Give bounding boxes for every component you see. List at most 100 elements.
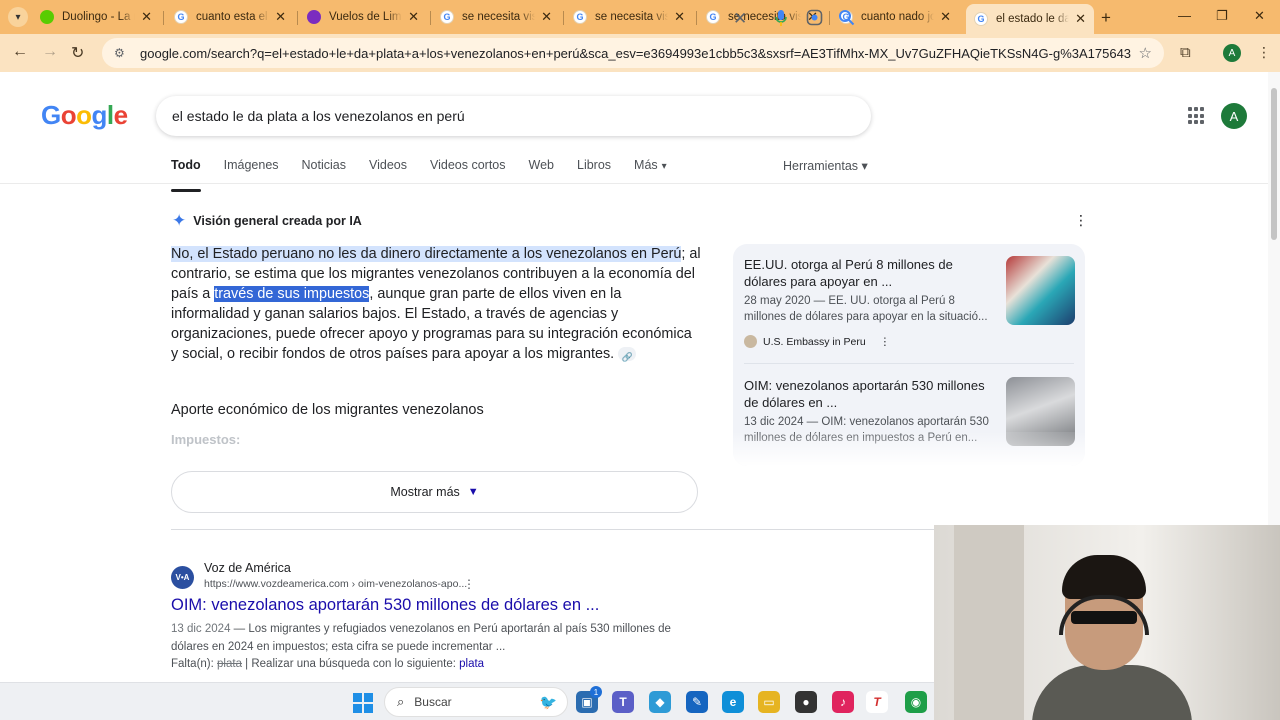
logo-letter: g xyxy=(91,100,108,130)
selected-text: través de sus impuestos xyxy=(214,286,370,302)
sources-fade xyxy=(733,432,1085,466)
section-divider xyxy=(171,529,934,530)
edge-icon[interactable]: e xyxy=(722,691,744,713)
search-type-tabs: Todo Imágenes Noticias Videos Videos cortos W… xyxy=(171,158,690,192)
microphone-icon[interactable] xyxy=(774,9,788,32)
tab-separator xyxy=(163,11,164,25)
source-title[interactable]: OIM: venezolanos aportarán 530 millones … xyxy=(744,377,994,411)
account-avatar[interactable]: A xyxy=(1221,103,1247,129)
tab-mas[interactable]: Más ▾ xyxy=(634,158,667,184)
tab-todo[interactable]: Todo xyxy=(171,158,201,192)
close-tab-icon[interactable]: ✕ xyxy=(674,9,685,25)
tab-title: Vuelos de Lima a xyxy=(329,11,402,23)
taskbar-search[interactable]: ⌕ Buscar 🐦 xyxy=(384,687,568,717)
minimize-icon[interactable]: — xyxy=(1178,8,1191,23)
close-tab-icon[interactable]: ✕ xyxy=(408,9,419,25)
close-tab-icon[interactable]: ✕ xyxy=(1075,11,1086,27)
text-icon[interactable]: T xyxy=(866,691,888,713)
folder-icon[interactable]: ▭ xyxy=(758,691,780,713)
tab-label: Web xyxy=(528,158,554,172)
search-box[interactable]: el estado le da plata a los venezolanos … xyxy=(156,96,871,136)
site-info-icon[interactable]: ⚙ xyxy=(114,46,128,60)
copilot-icon[interactable]: ◆ xyxy=(649,691,671,713)
tab-imagenes[interactable]: Imágenes xyxy=(224,158,279,184)
browser-tab[interactable]: Vuelos de Lima a ✕ xyxy=(299,4,427,30)
search-with-term-link[interactable]: plata xyxy=(459,658,484,670)
browser-tab[interactable]: Gse necesita visa p ✕ xyxy=(565,4,693,30)
webcam-door xyxy=(954,525,1024,720)
logo-letter: o xyxy=(60,100,77,130)
result-site-name[interactable]: Voz de América xyxy=(204,561,291,575)
tab-videos[interactable]: Videos xyxy=(369,158,407,184)
embassy-seal-icon xyxy=(744,335,757,348)
google-icon: G xyxy=(573,10,587,24)
tab-title: cuanto esta el ala xyxy=(196,11,269,23)
google-lens-icon[interactable] xyxy=(806,9,823,31)
forward-icon[interactable]: → xyxy=(42,43,58,61)
tab-label: Noticias xyxy=(301,158,346,172)
logo-letter: e xyxy=(113,100,128,130)
scrollbar-thumb[interactable] xyxy=(1271,88,1277,240)
tab-separator xyxy=(430,11,431,25)
source-title[interactable]: EE.UU. otorga al Perú 8 millones de dóla… xyxy=(744,256,994,290)
result-menu-icon[interactable]: ⋮ xyxy=(463,577,475,591)
source-menu-icon[interactable]: ⋮ xyxy=(880,336,891,348)
result-title-link[interactable]: OIM: venezolanos aportarán 530 millones … xyxy=(171,596,599,615)
webcam-overlay xyxy=(934,525,1280,720)
bookmark-star-icon[interactable]: ☆ xyxy=(1139,44,1152,62)
source-card[interactable]: EE.UU. otorga al Perú 8 millones de dóla… xyxy=(733,244,1085,362)
missing-label: Falta(n): xyxy=(171,658,214,670)
source-thumbnail[interactable] xyxy=(1006,256,1075,325)
tiktok-icon[interactable]: ♪ xyxy=(832,691,854,713)
browser-menu-icon[interactable]: ⋮ xyxy=(1257,44,1271,61)
google-apps-icon[interactable] xyxy=(1188,107,1206,125)
teams-icon[interactable]: T xyxy=(612,691,634,713)
new-tab-button[interactable]: + xyxy=(1101,8,1111,28)
clear-search-icon[interactable]: ✕ xyxy=(733,9,747,29)
close-window-icon[interactable]: ✕ xyxy=(1254,8,1265,24)
google-icon: G xyxy=(174,10,188,24)
tab-title: Duolingo - La me xyxy=(62,11,135,23)
tab-search-icon[interactable]: ▾ xyxy=(8,7,28,27)
chevron-down-icon: ▼ xyxy=(467,486,479,498)
close-tab-icon[interactable]: ✕ xyxy=(275,9,286,25)
browser-tab[interactable]: Gcuanto esta el ala ✕ xyxy=(166,4,294,30)
browser-tab[interactable]: Duolingo - La me ✕ xyxy=(32,4,160,30)
browser-tab[interactable]: Gel estado le da pl ✕ xyxy=(966,4,1094,34)
result-url[interactable]: https://www.vozdeamerica.com › oim-venez… xyxy=(204,578,467,590)
ai-overview-menu-icon[interactable]: ⋮ xyxy=(1074,212,1088,229)
windows-start-icon[interactable] xyxy=(353,693,373,713)
tools-button[interactable]: Herramientas ▾ xyxy=(783,158,868,173)
show-more-label: Mostrar más xyxy=(390,485,460,499)
edit-icon[interactable]: ✎ xyxy=(686,691,708,713)
notification-badge: 1 xyxy=(590,686,602,698)
restore-icon[interactable]: ❐ xyxy=(1216,8,1228,24)
google-logo[interactable]: Google xyxy=(41,100,128,131)
record-icon[interactable]: ● xyxy=(795,691,817,713)
browser-profile-avatar[interactable]: A xyxy=(1223,44,1241,62)
search-input[interactable]: el estado le da plata a los venezolanos … xyxy=(172,108,871,124)
search-icon[interactable] xyxy=(838,9,855,31)
close-tab-icon[interactable]: ✕ xyxy=(541,9,552,25)
extensions-icon[interactable]: ⧉ xyxy=(1180,44,1191,61)
reload-icon[interactable]: ↻ xyxy=(71,43,84,63)
chrome-icon[interactable]: ◉ xyxy=(905,691,927,713)
show-more-button[interactable]: Mostrar más ▼ xyxy=(171,471,698,513)
address-bar[interactable]: ⚙ google.com/search?q=el+estado+le+da+pl… xyxy=(102,38,1164,68)
close-tab-icon[interactable]: ✕ xyxy=(940,9,951,25)
browser-tab[interactable]: Gse necesita visa p ✕ xyxy=(432,4,560,30)
tab-label: Más xyxy=(634,158,658,172)
tab-title: cuanto nado jose xyxy=(861,11,935,23)
close-tab-icon[interactable]: ✕ xyxy=(141,9,152,25)
tab-web[interactable]: Web xyxy=(529,158,554,184)
more-caret-icon: ▾ xyxy=(661,161,667,172)
back-icon[interactable]: ← xyxy=(12,43,28,61)
ai-overview-subheading: Aporte económico de los migrantes venezo… xyxy=(171,402,484,418)
tab-label: Videos cortos xyxy=(430,158,506,172)
url-text: google.com/search?q=el+estado+le+da+plat… xyxy=(140,45,1131,61)
tab-videos-cortos[interactable]: Videos cortos xyxy=(430,158,506,184)
tab-noticias[interactable]: Noticias xyxy=(302,158,346,184)
browser-toolbar: ← → ↻ ⚙ google.com/search?q=el+estado+le… xyxy=(0,34,1280,72)
source-link-icon[interactable]: 🔗 xyxy=(618,347,637,362)
tab-libros[interactable]: Libros xyxy=(577,158,611,184)
